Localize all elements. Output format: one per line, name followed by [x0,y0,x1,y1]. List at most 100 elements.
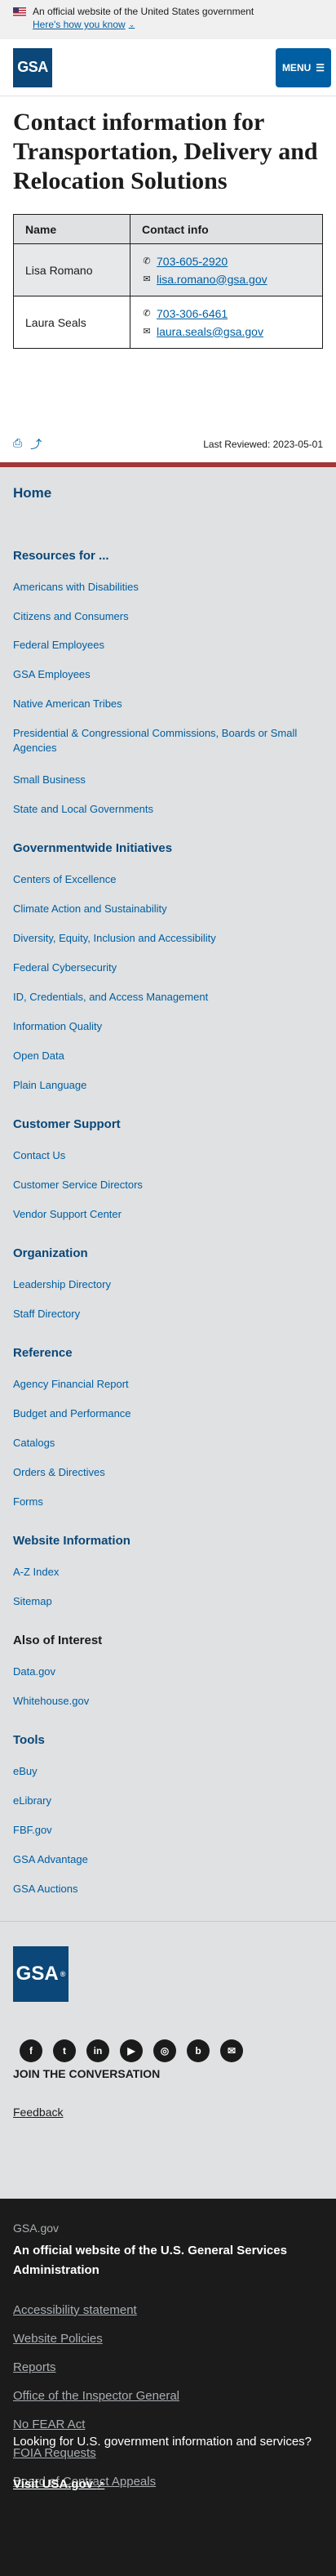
nav-link[interactable]: Climate Action and Sustainability [13,902,323,916]
nav-link[interactable]: State and Local Governments [13,802,323,817]
main-content: Contact information for Transportation, … [0,96,336,349]
envelope-icon: ✉ [143,326,151,336]
nav-link[interactable]: eBuy [13,1764,323,1779]
print-icon[interactable]: ⎙ [13,436,22,452]
blog-icon[interactable]: b [187,2039,210,2062]
last-reviewed: Last Reviewed: 2023-05-01 [203,439,323,450]
nav-link[interactable]: Budget and Performance [13,1406,323,1421]
nav-link[interactable]: Diversity, Equity, Inclusion and Accessi… [13,931,323,946]
footer-link[interactable]: No FEAR Act [13,2418,85,2431]
nav-link[interactable]: Open Data [13,1049,323,1063]
site-header: GSA MENU ☰ [0,39,336,96]
us-flag-icon [13,7,26,16]
envelope-icon: ✉ [143,274,151,284]
instagram-icon[interactable]: ◎ [153,2039,176,2062]
contact-column-header: Contact info [130,214,323,244]
banner-text: An official website of the United States… [33,6,254,17]
phone-icon: ✆ [143,308,151,319]
nav-link[interactable]: Vendor Support Center [13,1207,323,1222]
nav-link[interactable]: eLibrary [13,1794,323,1808]
nav-link[interactable]: GSA Advantage [13,1852,323,1867]
contact-info: ✆ 703-605-2920 ✉ lisa.romano@gsa.gov [130,243,323,296]
nav-link[interactable]: Information Quality [13,1019,323,1034]
visit-usa-gov-link[interactable]: Visit USA.gov ↗ [13,2477,104,2491]
phone-link[interactable]: 703-605-2920 [157,252,228,270]
email-icon[interactable]: ✉ [220,2039,243,2062]
nav-link[interactable]: Data.gov [13,1665,323,1679]
nav-link[interactable]: FBF.gov [13,1823,323,1838]
nav-link[interactable]: Native American Tribes [13,697,323,711]
nav-section-title: Organization [13,1246,88,1260]
menu-button[interactable]: MENU ☰ [276,47,331,87]
contact-info: ✆ 703-306-6461 ✉ laura.seals@gsa.gov [130,296,323,349]
join-conversation-heading: JOIN THE CONVERSATION [13,2067,161,2080]
external-link-icon: ↗ [96,2479,105,2490]
social-links: f t in ▶ ◎ b ✉ [20,2039,243,2062]
nav-link[interactable]: ID, Credentials, and Access Management [13,990,323,1005]
nav-link[interactable]: Orders & Directives [13,1465,323,1480]
feedback-link[interactable]: Feedback [13,2106,63,2119]
footer-site-name: GSA.gov [13,2222,60,2235]
nav-section-title: Website Information [13,1534,130,1548]
contact-name: Lisa Romano [13,243,130,296]
youtube-icon[interactable]: ▶ [120,2039,143,2062]
nav-link[interactable]: Forms [13,1495,323,1509]
chevron-down-icon: ⌄ [128,20,135,29]
menu-icon: ☰ [316,61,325,74]
nav-link[interactable]: Plain Language [13,1078,323,1093]
footer-nav: Home Resources for ... Americans with Di… [0,467,336,1921]
footer-link[interactable]: Website Policies [13,2332,103,2346]
footer-gsa-logo[interactable]: GSA ® [13,1946,69,2002]
nav-section-title: Also of Interest [13,1633,103,1647]
nav-link[interactable]: GSA Employees [13,667,323,682]
contact-name: Laura Seals [13,296,130,349]
how-you-know-label: Here's how you know [33,19,126,30]
nav-link[interactable]: Americans with Disabilities [13,580,323,595]
facebook-icon[interactable]: f [20,2039,42,2062]
phone-icon: ✆ [143,256,151,266]
footer-social: GSA ® f t in ▶ ◎ b ✉ JOIN THE CONVERSATIO… [0,1921,336,2199]
nav-link[interactable]: Whitehouse.gov [13,1694,323,1709]
share-icon[interactable]: ⤴ [30,436,42,452]
name-column-header: Name [13,214,130,244]
page-title: Contact information for Transportation, … [13,109,318,194]
nav-link[interactable]: Federal Cybersecurity [13,960,323,975]
nav-link[interactable]: Contact Us [13,1148,323,1163]
linkedin-icon[interactable]: in [86,2039,109,2062]
footer-link[interactable]: Reports [13,2360,56,2374]
phone-link[interactable]: 703-306-6461 [157,305,228,323]
menu-label: MENU [281,61,312,74]
footer-link[interactable]: Accessibility statement [13,2303,137,2317]
footer-link[interactable]: Office of the Inspector General [13,2389,179,2403]
registered-mark: ® [60,1970,66,1978]
table-row: Laura Seals ✆ 703-306-6461 ✉ laura.seals@g… [13,296,323,349]
nav-link[interactable]: Agency Financial Report [13,1377,323,1392]
nav-link[interactable]: A-Z Index [13,1565,323,1580]
nav-link[interactable]: Staff Directory [13,1307,323,1321]
how-you-know-link[interactable]: Here's how you know ⌄ [33,18,135,31]
email-link[interactable]: laura.seals@gsa.gov [157,323,263,341]
email-link[interactable]: lisa.romano@gsa.gov [157,270,267,288]
nav-link[interactable]: Presidential & Congressional Commissions… [13,726,323,755]
nav-link[interactable]: Leadership Directory [13,1277,323,1292]
gov-banner: An official website of the United States… [0,0,336,39]
visit-label: Visit USA.gov [13,2477,94,2491]
usa-gov-prompt: Looking for U.S. government information … [13,2435,312,2449]
nav-section-title: Resources for ... [13,549,109,563]
footer-identifier: GSA.gov An official website of the U.S. … [0,2199,336,2576]
page-tools: ⎙ ⤴ Last Reviewed: 2023-05-01 [13,433,323,456]
nav-link[interactable]: Citizens and Consumers [13,609,323,624]
nav-link[interactable]: Small Business [13,773,323,787]
nav-section-title: Reference [13,1346,73,1360]
nav-link[interactable]: GSA Auctions [13,1882,323,1896]
nav-home-link[interactable]: Home [13,485,51,501]
nav-link[interactable]: Federal Employees [13,638,323,653]
nav-link[interactable]: Catalogs [13,1436,323,1451]
gsa-logo[interactable]: GSA [13,47,52,87]
nav-section-title: Governmentwide Initiatives [13,841,173,855]
nav-link[interactable]: Sitemap [13,1594,323,1609]
nav-link[interactable]: Centers of Excellence [13,872,323,887]
twitter-icon[interactable]: t [53,2039,76,2062]
nav-link[interactable]: Customer Service Directors [13,1178,323,1192]
footer-logo-text: GSA [15,1963,59,1985]
